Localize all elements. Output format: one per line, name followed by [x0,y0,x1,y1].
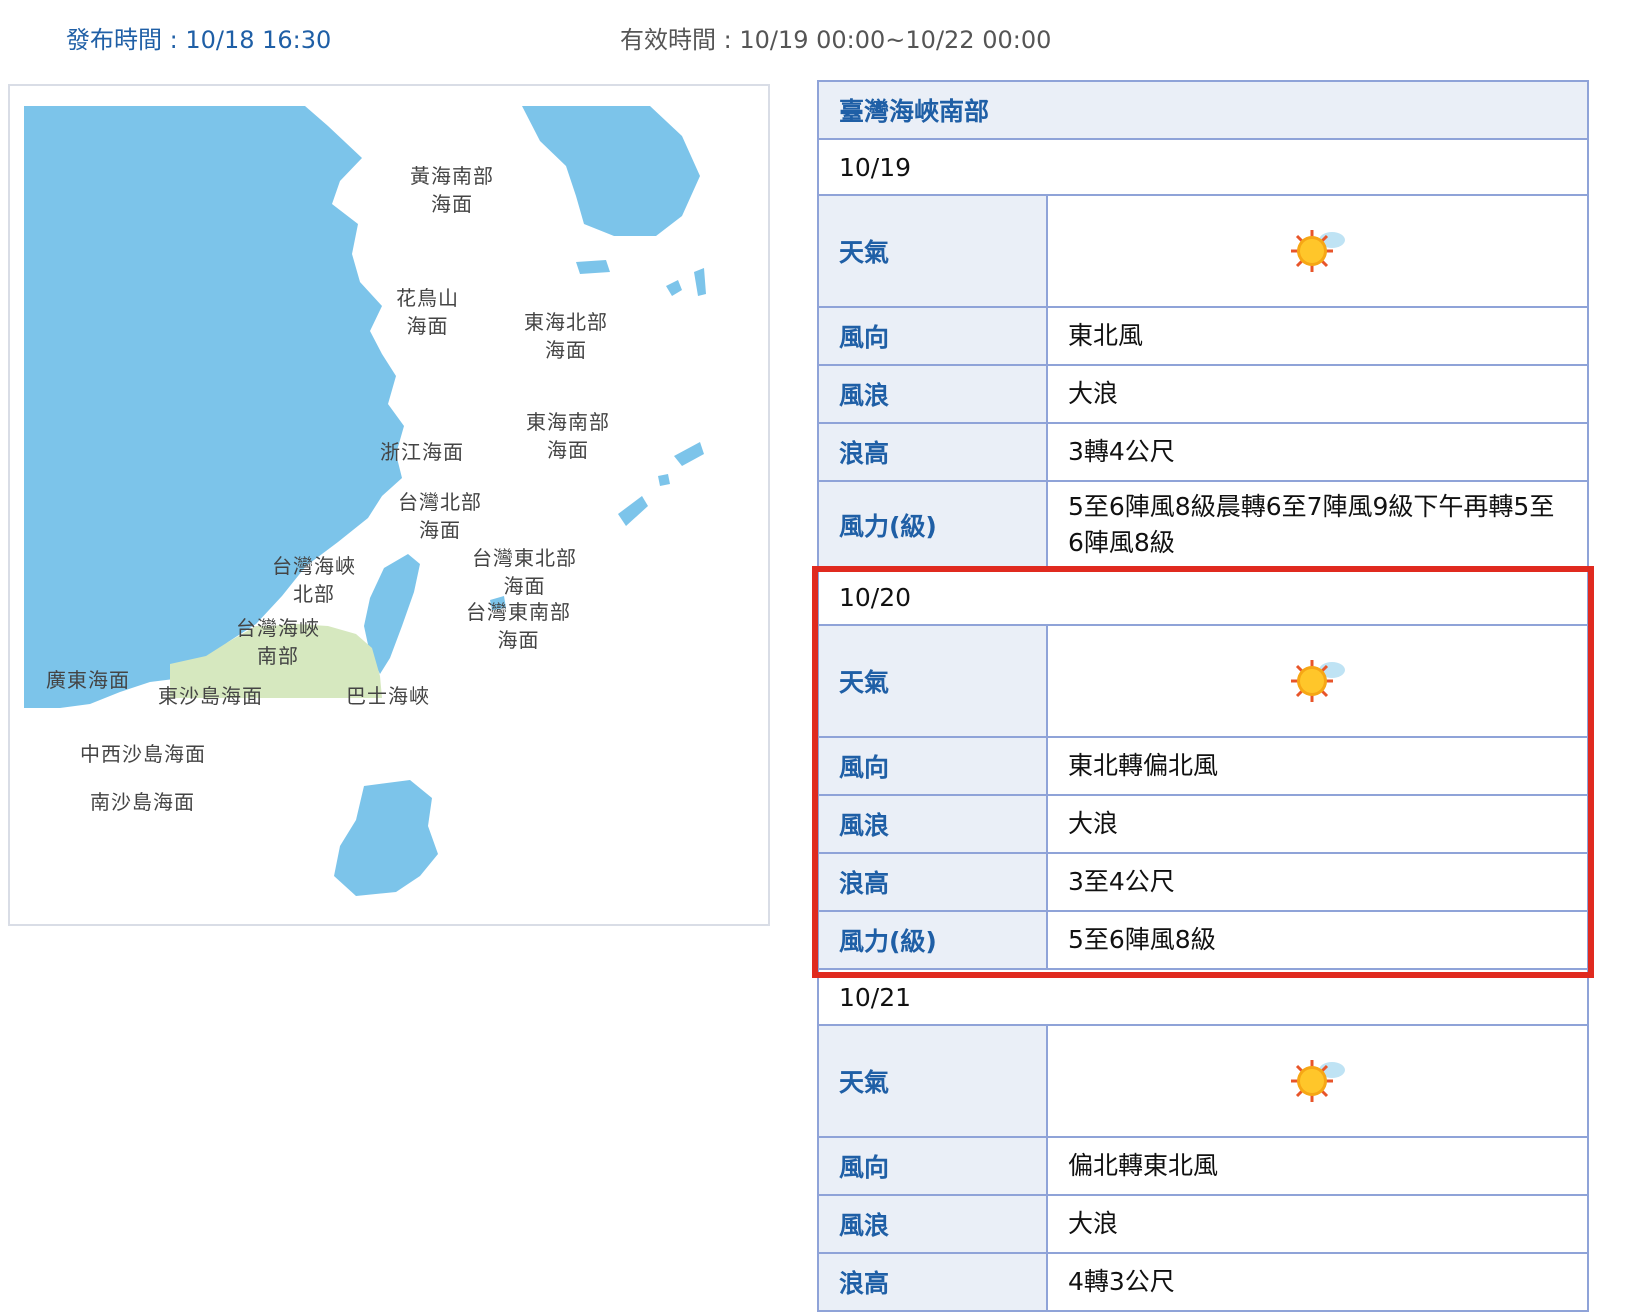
sea-area-map: 黃海南部 海面 花鳥山 海面 東海北部 海面 東海南部 海面 浙江海面 台灣北部… [8,84,770,926]
wave-height-row: 浪高 4轉3公尺 [819,1254,1587,1312]
sunny-cloud-icon [1290,660,1345,702]
label-east-china-sea-south[interactable]: 東海南部 海面 [526,408,610,464]
mainland-shape [24,106,404,708]
wind-force-label: 風力(級) [819,912,1048,968]
wind-direction-row: 風向 偏北轉東北風 [819,1138,1587,1196]
wind-direction-value: 東北風 [1048,308,1587,364]
wind-direction-row: 風向 東北轉偏北風 [819,738,1587,796]
islands-shape-2 [658,442,704,486]
wave-height-row: 浪高 3至4公尺 [819,854,1587,912]
islands-shape-1 [666,268,706,296]
date-row: 10/21 [819,970,1587,1026]
wind-direction-label: 風向 [819,308,1048,364]
weather-label: 天氣 [819,196,1048,306]
label-taiwan-north[interactable]: 台灣北部 海面 [398,488,482,544]
weather-label: 天氣 [819,626,1048,736]
label-taiwan-southeast[interactable]: 台灣東南部 海面 [466,598,571,654]
wind-force-row: 風力(級) 5至6陣風8級晨轉6至7陣風9級下午再轉5至6陣風8級 [819,482,1587,570]
wind-force-row: 風力(級) 5至6陣風8級 [819,912,1587,970]
label-huaniaoshan[interactable]: 花鳥山 海面 [396,284,459,340]
weather-row: 天氣 [819,626,1587,738]
label-bashi[interactable]: 巴士海峽 [346,682,430,710]
region-title: 臺灣海峽南部 [819,82,1587,140]
wave-row: 風浪 大浪 [819,1196,1587,1254]
issue-time: 發布時間 : 10/18 16:30 [66,26,332,54]
wind-direction-label: 風向 [819,1138,1048,1194]
label-yellow-sea-south[interactable]: 黃海南部 海面 [410,162,494,218]
wind-direction-value: 偏北轉東北風 [1048,1138,1587,1194]
weather-value [1048,1026,1587,1136]
weather-label: 天氣 [819,1026,1048,1136]
wind-force-value: 5至6陣風8級晨轉6至7陣風9級下午再轉5至6陣風8級 [1048,482,1587,568]
date-row: 10/20 [819,570,1587,626]
wave-value: 大浪 [1048,1196,1587,1252]
wave-label: 風浪 [819,796,1048,852]
wave-label: 風浪 [819,366,1048,422]
wind-force-value: 5至6陣風8級 [1048,912,1587,968]
wave-height-label: 浪高 [819,424,1048,480]
weather-row: 天氣 [819,196,1587,308]
sunny-cloud-icon [1290,1060,1345,1102]
forecast-table: 臺灣海峽南部 10/19 天氣 風向 東北風 風浪 大浪 浪高 3轉4公尺 風力… [817,80,1589,1312]
wind-direction-row: 風向 東北風 [819,308,1587,366]
sunny-cloud-icon [1290,230,1345,272]
label-zhongxisha[interactable]: 中西沙島海面 [80,740,206,768]
wind-force-label: 風力(級) [819,482,1048,568]
jeju-shape [576,260,610,274]
weather-row: 天氣 [819,1026,1587,1138]
wave-value: 大浪 [1048,366,1587,422]
wave-height-label: 浪高 [819,854,1048,910]
weather-value [1048,626,1587,736]
wave-height-value: 3轉4公尺 [1048,424,1587,480]
wave-height-row: 浪高 3轉4公尺 [819,424,1587,482]
weather-value [1048,196,1587,306]
south-island-shape [334,780,438,896]
date-row: 10/19 [819,140,1587,196]
label-guangdong[interactable]: 廣東海面 [46,666,130,694]
wave-label: 風浪 [819,1196,1048,1252]
korea-shape [522,106,700,236]
islands-shape-3 [618,496,648,526]
label-dongsha[interactable]: 東沙島海面 [158,682,263,710]
label-zhejiang[interactable]: 浙江海面 [380,438,464,466]
wave-row: 風浪 大浪 [819,366,1587,424]
valid-time: 有效時間 : 10/19 00:00~10/22 00:00 [620,26,1052,54]
label-east-china-sea-north[interactable]: 東海北部 海面 [524,308,608,364]
wave-height-value: 4轉3公尺 [1048,1254,1587,1310]
label-taiwan-northeast[interactable]: 台灣東北部 海面 [472,544,577,600]
label-taiwan-strait-north[interactable]: 台灣海峽 北部 [272,552,356,608]
wind-direction-value: 東北轉偏北風 [1048,738,1587,794]
wind-direction-label: 風向 [819,738,1048,794]
wave-height-label: 浪高 [819,1254,1048,1310]
wave-row: 風浪 大浪 [819,796,1587,854]
label-taiwan-strait-south[interactable]: 台灣海峽 南部 [236,614,320,670]
label-nansha[interactable]: 南沙島海面 [90,788,195,816]
wave-value: 大浪 [1048,796,1587,852]
wave-height-value: 3至4公尺 [1048,854,1587,910]
